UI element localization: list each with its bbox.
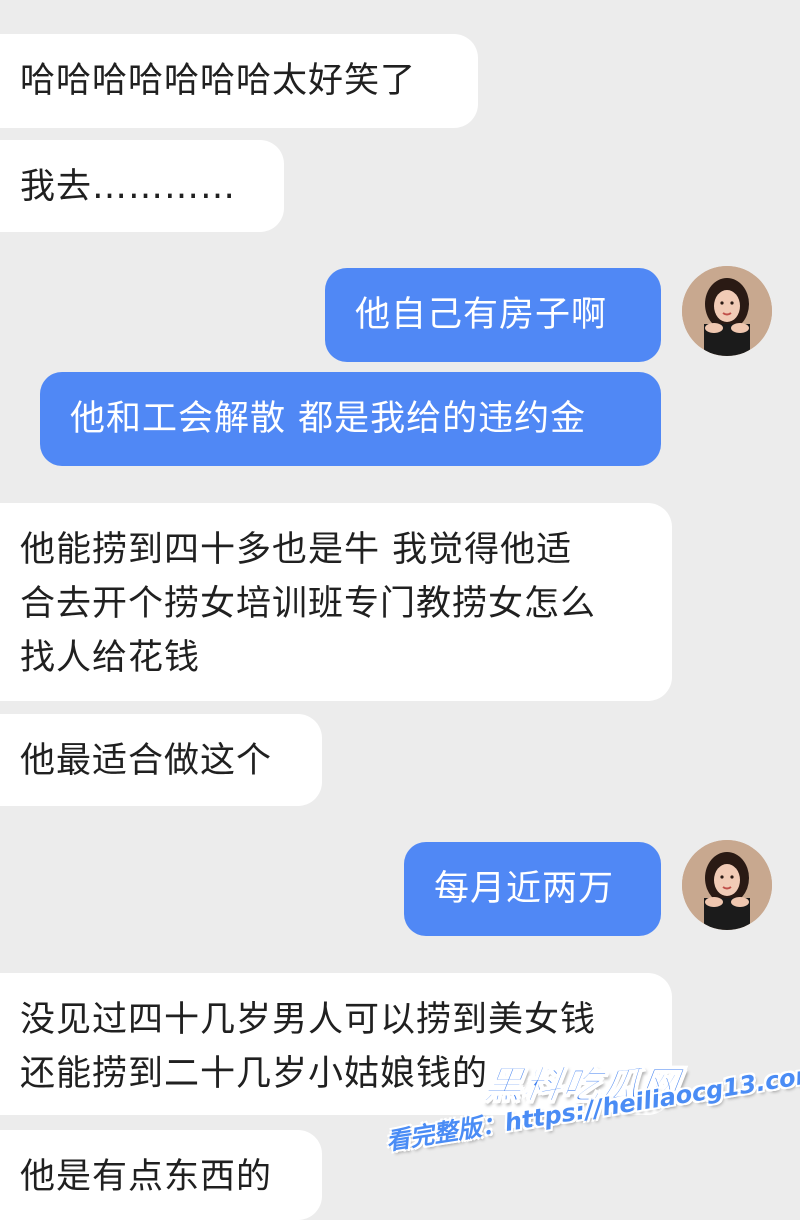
chat-conversation: 哈哈哈哈哈哈哈太好笑了 我去………… 他自己有房子啊 他和工会解散 都是我给的违… (0, 0, 800, 1220)
message-bubble-incoming[interactable]: 哈哈哈哈哈哈哈太好笑了 (0, 34, 478, 128)
message-text: 每月近两万 (434, 869, 615, 909)
message-text: 他是有点东西的 (20, 1157, 273, 1197)
message-bubble-outgoing[interactable]: 他和工会解散 都是我给的违约金 (40, 372, 661, 466)
message-text: 他自己有房子啊 (355, 295, 608, 335)
message-bubble-incoming[interactable]: 他最适合做这个 (0, 714, 322, 806)
message-bubble-incoming[interactable]: 他能捞到四十多也是牛 我觉得他适 合去开个捞女培训班专门教捞女怎么 找人给花钱 (0, 503, 672, 701)
user-avatar-photo-icon (682, 840, 772, 930)
avatar[interactable] (682, 266, 772, 356)
message-text: 我去………… (20, 167, 237, 207)
message-bubble-outgoing[interactable]: 每月近两万 (404, 842, 661, 936)
message-text: 找人给花钱 (20, 638, 201, 678)
message-text: 他最适合做这个 (20, 741, 273, 781)
message-text: 合去开个捞女培训班专门教捞女怎么 (20, 584, 597, 624)
message-text: 他和工会解散 都是我给的违约金 (70, 399, 587, 439)
message-bubble-incoming[interactable]: 没见过四十几岁男人可以捞到美女钱 还能捞到二十几岁小姑娘钱的 (0, 973, 672, 1115)
avatar[interactable] (682, 840, 772, 930)
user-avatar-photo-icon (682, 266, 772, 356)
message-bubble-incoming[interactable]: 他是有点东西的 (0, 1130, 322, 1220)
message-text: 他能捞到四十多也是牛 我觉得他适 (20, 530, 573, 570)
message-text: 还能捞到二十几岁小姑娘钱的 (20, 1054, 489, 1094)
message-text: 哈哈哈哈哈哈哈太好笑了 (20, 61, 417, 101)
message-bubble-incoming[interactable]: 我去………… (0, 140, 284, 232)
message-bubble-outgoing[interactable]: 他自己有房子啊 (325, 268, 661, 362)
message-text: 没见过四十几岁男人可以捞到美女钱 (20, 1000, 597, 1040)
